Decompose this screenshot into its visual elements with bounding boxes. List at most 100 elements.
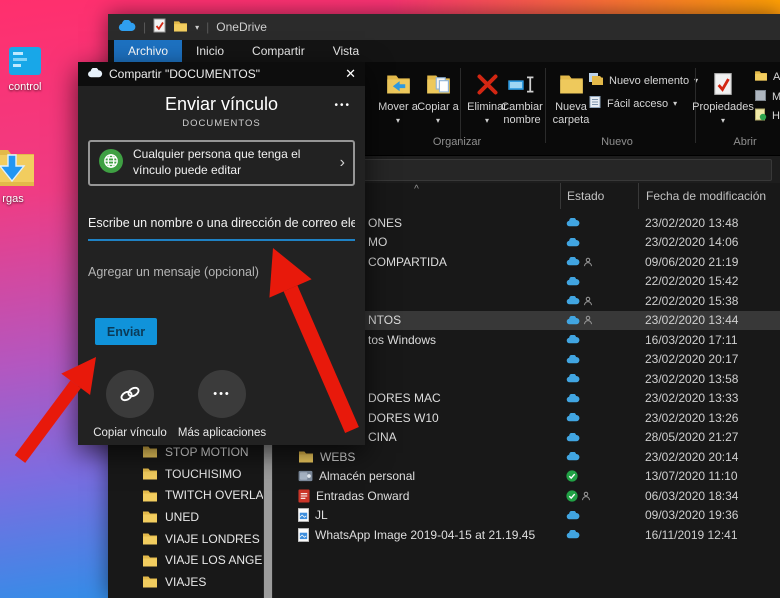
cloud-status-icon	[566, 530, 580, 539]
copy-to-button[interactable]: Copiar a ▾	[416, 67, 460, 126]
recipient-input[interactable]: Escribe un nombre o una dirección de cor…	[88, 216, 355, 241]
desktop-icon-control[interactable]: control	[3, 46, 47, 93]
sidebar-folder-item[interactable]: TOUCHISIMO	[108, 463, 263, 485]
send-button[interactable]: Enviar	[95, 318, 157, 345]
onedrive-cloud-icon	[87, 67, 103, 81]
move-to-icon	[385, 67, 412, 101]
copy-to-icon	[425, 67, 452, 101]
quick-access-folder-icon[interactable]	[173, 20, 188, 35]
file-row[interactable]: WhatsApp Image 2019-04-15 at 21.19.4516/…	[273, 525, 780, 545]
file-date: 23/02/2020 14:06	[638, 235, 780, 249]
quick-access-properties-icon[interactable]	[153, 18, 166, 36]
sidebar-folder-label: VIAJE LONDRES 2019	[165, 532, 263, 546]
file-date: 23/02/2020 20:17	[638, 352, 780, 366]
chevron-right-icon: ›	[340, 154, 345, 172]
cloud-status-icon	[566, 316, 580, 325]
cloud-status-icon	[566, 296, 580, 305]
tab-inicio[interactable]: Inicio	[182, 40, 238, 62]
edit-button[interactable]: M	[754, 89, 780, 105]
link-permission-button[interactable]: Cualquier persona que tenga el vínculo p…	[88, 140, 355, 186]
group-label-abrir: Abrir	[733, 136, 756, 148]
control-panel-icon	[8, 67, 42, 79]
sidebar-folder-item[interactable]: VIAJE LOS ANGELES 20	[108, 549, 263, 571]
cloud-status-icon	[566, 511, 580, 520]
file-date: 22/02/2020 15:38	[638, 294, 780, 308]
file-date: 09/06/2020 21:19	[638, 255, 780, 269]
folder-icon	[142, 445, 158, 458]
file-date: 23/02/2020 13:58	[638, 372, 780, 386]
ribbon-separator	[545, 68, 546, 143]
copy-link-button[interactable]: Copiar vínculo	[84, 370, 176, 439]
more-options-icon[interactable]: •••	[334, 100, 351, 111]
file-row[interactable]: Entradas Onward06/03/2020 18:34	[273, 486, 780, 506]
dropdown-caret-icon: ▾	[396, 116, 400, 125]
file-name: WhatsApp Image 2019-04-15 at 21.19.45	[315, 528, 535, 542]
sidebar-folder-item[interactable]: VIAJE LONDRES 2019	[108, 528, 263, 550]
file-date: 23/02/2020 20:14	[638, 450, 780, 464]
permission-text: Cualquier persona que tenga el vínculo p…	[133, 147, 331, 178]
new-folder-button[interactable]: Nueva carpeta	[549, 67, 593, 126]
close-icon[interactable]: ✕	[345, 66, 356, 82]
share-dialog-titlebar[interactable]: Compartir "DOCUMENTOS" ✕	[78, 62, 365, 86]
file-name: WEBS	[320, 450, 355, 464]
history-button[interactable]: Hi	[754, 108, 780, 124]
sidebar-folder-item[interactable]: VIAJES	[108, 571, 263, 593]
sidebar-folder-item[interactable]: TWITCH OVERLAY	[108, 484, 263, 506]
quick-access-dropdown-icon[interactable]: ▾	[195, 23, 199, 32]
shared-person-icon	[583, 296, 593, 306]
cloud-status-icon	[566, 355, 580, 364]
sort-ascending-icon: ^	[414, 184, 419, 195]
separator: |	[206, 20, 209, 34]
tab-archivo[interactable]: Archivo	[114, 40, 182, 62]
open-folder-icon	[754, 70, 768, 84]
group-label-nuevo: Nuevo	[601, 136, 633, 148]
folder-icon	[142, 467, 158, 480]
message-input[interactable]: Agregar un mensaje (opcional)	[88, 265, 355, 279]
file-date: 09/03/2020 19:36	[638, 508, 780, 522]
more-apps-label: Más aplicaciones	[178, 427, 266, 439]
send-link-heading: Enviar vínculo	[78, 94, 365, 115]
easy-access-icon	[588, 95, 602, 112]
easy-access-button[interactable]: Fácil acceso ▾	[588, 95, 677, 112]
window-titlebar[interactable]: | ▾ | OneDrive	[108, 14, 780, 40]
open-button[interactable]: Ab	[754, 70, 780, 84]
file-date: 22/02/2020 15:42	[638, 274, 780, 288]
tab-vista[interactable]: Vista	[319, 40, 373, 62]
rename-button[interactable]: Cambiar nombre	[498, 67, 546, 126]
file-date: 23/02/2020 13:48	[638, 216, 780, 230]
properties-icon	[712, 67, 734, 101]
column-header-estado[interactable]: Estado	[560, 183, 638, 209]
image-file-icon	[298, 508, 309, 522]
share-item-name: DOCUMENTOS	[78, 118, 365, 129]
file-name: JL	[315, 508, 328, 522]
move-to-button[interactable]: Mover a ▾	[376, 67, 420, 126]
sidebar-folder-label: TWITCH OVERLAY	[165, 488, 263, 502]
synced-check-icon	[566, 470, 578, 482]
file-row[interactable]: WEBS 23/02/2020 20:14	[273, 447, 780, 467]
edit-icon	[754, 89, 767, 105]
sidebar-folder-label: TOUCHISIMO	[165, 467, 241, 481]
desktop-icon-descargas[interactable]: rgas	[0, 146, 40, 205]
tab-compartir[interactable]: Compartir	[238, 40, 319, 62]
cloud-status-icon	[566, 452, 580, 461]
properties-button[interactable]: Propiedades▾	[698, 67, 748, 126]
column-header-fecha[interactable]: Fecha de modificación	[638, 183, 780, 209]
sidebar-folder-item[interactable]: UNED	[108, 506, 263, 528]
file-row[interactable]: JL 09/03/2020 19:36	[273, 506, 780, 526]
more-apps-button[interactable]: ••• Más aplicaciones	[176, 370, 268, 439]
dropdown-caret-icon: ▾	[436, 116, 440, 125]
new-item-button[interactable]: Nuevo elemento ▾	[588, 72, 698, 89]
file-date: 06/03/2020 18:34	[638, 489, 780, 503]
folder-icon	[142, 554, 158, 567]
group-label-organizar: Organizar	[433, 136, 481, 148]
share-dialog: Compartir "DOCUMENTOS" ✕ Enviar vínculo …	[78, 62, 365, 445]
shared-person-icon	[583, 315, 593, 325]
shared-person-icon	[583, 257, 593, 267]
downloads-folder-icon	[0, 179, 36, 191]
synced-check-icon	[566, 490, 578, 502]
new-folder-icon	[558, 67, 585, 101]
folder-icon	[142, 510, 158, 523]
folder-file-icon	[298, 450, 314, 463]
file-row[interactable]: Almacén personal13/07/2020 11:10	[273, 467, 780, 487]
onedrive-cloud-icon	[118, 20, 136, 35]
